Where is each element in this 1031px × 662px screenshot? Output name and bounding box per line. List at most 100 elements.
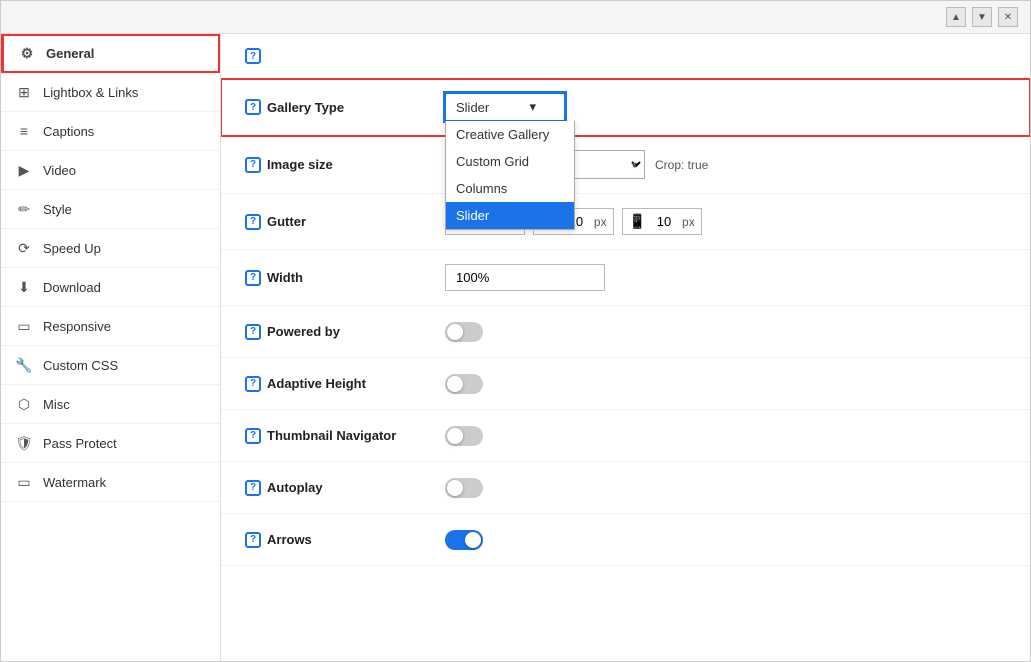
dropdown-chevron-icon: ▾ <box>529 99 536 115</box>
toggle-arrows[interactable] <box>445 530 483 550</box>
setting-label-text-gallery-type: Gallery Type <box>267 100 344 115</box>
gutter-unit-1: px <box>594 215 607 229</box>
title-bar-controls: ▲ ▼ ✕ <box>946 7 1018 27</box>
setting-row-powered-by: ? Powered by <box>221 306 1030 358</box>
setting-label-gutter: ? Gutter <box>245 214 445 230</box>
sidebar-label-lightbox: Lightbox & Links <box>43 85 138 100</box>
sidebar-label-passprotect: Pass Protect <box>43 436 117 451</box>
sidebar-item-misc[interactable]: ⬡ Misc <box>1 385 220 424</box>
minimize-button[interactable]: ▲ <box>946 7 966 27</box>
toggle-powered-by[interactable] <box>445 322 483 342</box>
captions-icon: ≡ <box>15 122 33 140</box>
dropdown-option-custom-grid[interactable]: Custom Grid <box>446 148 574 175</box>
setting-label-text-powered-by: Powered by <box>267 324 340 339</box>
setting-label-thumbnail-navigator: ? Thumbnail Navigator <box>245 428 445 444</box>
setting-row-width: ? Width <box>221 250 1030 306</box>
download-icon: ⬇ <box>15 278 33 296</box>
setting-control-width <box>445 264 1006 291</box>
help-icon-gutter: ? <box>245 214 261 230</box>
dropdown-option-slider[interactable]: Slider <box>446 202 574 229</box>
sidebar-item-lightbox[interactable]: ⊞ Lightbox & Links <box>1 73 220 112</box>
sidebar-label-responsive: Responsive <box>43 319 111 334</box>
sidebar-item-passprotect[interactable]: 🛡 Pass Protect <box>1 424 220 463</box>
toggle-thumb-thumbnail-navigator <box>447 428 463 444</box>
sidebar-item-customcss[interactable]: 🔧 Custom CSS <box>1 346 220 385</box>
sidebar-item-watermark[interactable]: ▭ Watermark <box>1 463 220 502</box>
setting-control-powered-by <box>445 322 1006 342</box>
setting-label-width: ? Width <box>245 270 445 286</box>
close-button[interactable]: ✕ <box>998 7 1018 27</box>
width-input[interactable] <box>445 264 605 291</box>
toggle-thumbnail-navigator[interactable] <box>445 426 483 446</box>
help-icon-powered-by: ? <box>245 324 261 340</box>
video-icon: ▶ <box>15 161 33 179</box>
setting-label-text-adaptive-height: Adaptive Height <box>267 376 366 391</box>
lightbox-icon: ⊞ <box>15 83 33 101</box>
settings-body: ? Gallery Type Slider ▾ Creative Gallery… <box>221 79 1030 566</box>
setting-label-text-width: Width <box>267 270 303 285</box>
toggle-track-powered-by <box>445 322 483 342</box>
toggle-thumb-autoplay <box>447 480 463 496</box>
sidebar-item-style[interactable]: ✏ Style <box>1 190 220 229</box>
mobile-icon: 📱 <box>629 213 646 230</box>
toggle-thumb-arrows <box>465 532 481 548</box>
setting-label-text-autoplay: Autoplay <box>267 480 323 495</box>
setting-control-autoplay <box>445 478 1006 498</box>
dropdown-option-columns[interactable]: Columns <box>446 175 574 202</box>
responsive-icon: ▭ <box>15 317 33 335</box>
sidebar-item-captions[interactable]: ≡ Captions <box>1 112 220 151</box>
setting-control-gallery-type: Slider ▾ Creative Gallery Custom Grid Co… <box>445 93 1006 121</box>
setting-row-adaptive-height: ? Adaptive Height <box>221 358 1030 410</box>
setting-label-autoplay: ? Autoplay <box>245 480 445 496</box>
title-bar: ▲ ▼ ✕ <box>1 1 1030 34</box>
sidebar-label-style: Style <box>43 202 72 217</box>
setting-label-gallery-type: ? Gallery Type <box>245 99 445 115</box>
toggle-adaptive-height[interactable] <box>445 374 483 394</box>
gallery-type-list: Creative Gallery Custom Grid Columns Sli… <box>445 121 575 230</box>
toggle-track-thumbnail-navigator <box>445 426 483 446</box>
customcss-icon: 🔧 <box>15 356 33 374</box>
restore-button[interactable]: ▼ <box>972 7 992 27</box>
help-icon-arrows: ? <box>245 532 261 548</box>
gutter-item-2: 📱 px <box>622 208 702 235</box>
dropdown-option-creative-gallery[interactable]: Creative Gallery <box>446 121 574 148</box>
toggle-track-arrows <box>445 530 483 550</box>
help-icon-image-size: ? <box>245 157 261 173</box>
setting-label-text-thumbnail-navigator: Thumbnail Navigator <box>267 428 396 443</box>
gutter-input-2[interactable] <box>650 214 678 229</box>
help-icon-width: ? <box>245 270 261 286</box>
sidebar-item-general[interactable]: ⚙ General <box>1 34 220 73</box>
gallery-type-value: Slider <box>456 100 489 115</box>
setting-row-arrows: ? Arrows <box>221 514 1030 566</box>
sidebar-label-misc: Misc <box>43 397 70 412</box>
setting-row-image-size: ? Image size Large Medium Full ▾ Crop: t… <box>221 136 1030 194</box>
setting-label-adaptive-height: ? Adaptive Height <box>245 376 445 392</box>
setting-control-arrows <box>445 530 1006 550</box>
setting-control-adaptive-height <box>445 374 1006 394</box>
watermark-icon: ▭ <box>15 473 33 491</box>
toggle-autoplay[interactable] <box>445 478 483 498</box>
setting-label-text-gutter: Gutter <box>267 214 306 229</box>
speedup-icon: ⟳ <box>15 239 33 257</box>
sidebar-item-video[interactable]: ▶ Video <box>1 151 220 190</box>
setting-control-thumbnail-navigator <box>445 426 1006 446</box>
sidebar-label-general: General <box>46 46 94 61</box>
general-icon: ⚙ <box>18 44 36 62</box>
toggle-track-adaptive-height <box>445 374 483 394</box>
gallery-type-dropdown[interactable]: Slider ▾ Creative Gallery Custom Grid Co… <box>445 93 565 121</box>
sidebar-label-download: Download <box>43 280 101 295</box>
gallery-type-trigger[interactable]: Slider ▾ <box>445 93 565 121</box>
main-header: ? <box>221 34 1030 79</box>
sidebar-label-captions: Captions <box>43 124 94 139</box>
sidebar-label-customcss: Custom CSS <box>43 358 118 373</box>
content-area: ⚙ General ⊞ Lightbox & Links ≡ Captions … <box>1 34 1030 661</box>
sidebar-item-responsive[interactable]: ▭ Responsive <box>1 307 220 346</box>
crop-badge: Crop: true <box>655 158 708 172</box>
toggle-track-autoplay <box>445 478 483 498</box>
sidebar-item-speedup[interactable]: ⟳ Speed Up <box>1 229 220 268</box>
help-icon-thumbnail-navigator: ? <box>245 428 261 444</box>
sidebar-item-download[interactable]: ⬇ Download <box>1 268 220 307</box>
main-title: ? <box>245 48 269 64</box>
setting-row-autoplay: ? Autoplay <box>221 462 1030 514</box>
help-icon-autoplay: ? <box>245 480 261 496</box>
